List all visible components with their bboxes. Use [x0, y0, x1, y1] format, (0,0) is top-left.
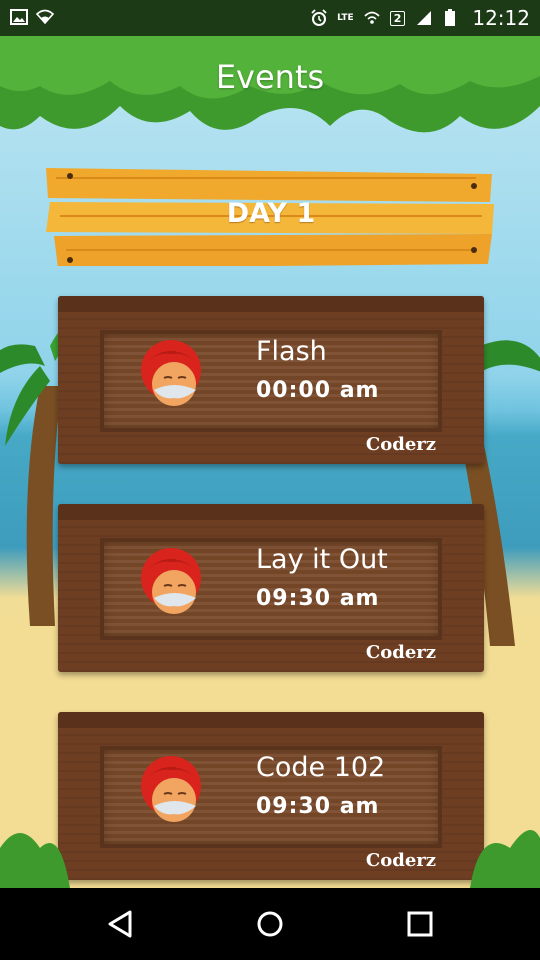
- navigation-bar: [0, 888, 540, 960]
- card-lid: [58, 712, 484, 728]
- wifi-call-icon: [364, 11, 380, 24]
- day-header-board: DAY 1: [46, 166, 496, 266]
- volte-icon: LTE: [337, 12, 354, 23]
- clock: 12:12: [472, 6, 530, 30]
- card-lid: [58, 504, 484, 520]
- status-bar: LTE 2 12:12: [0, 0, 540, 36]
- event-name: Code 102: [256, 752, 386, 783]
- alarm-icon: [311, 9, 327, 26]
- mascot-avatar-icon: [141, 548, 201, 614]
- event-organizer: Coderz: [365, 434, 436, 455]
- events-screen: Events DAY 1 Flash 00:00 am Coderz Lay i…: [0, 36, 540, 888]
- battery-icon: [445, 9, 456, 26]
- event-time: 00:00 am: [256, 378, 380, 403]
- event-time: 09:30 am: [256, 586, 380, 611]
- event-card[interactable]: Flash 00:00 am Coderz: [58, 296, 484, 464]
- home-icon[interactable]: [252, 906, 288, 942]
- back-icon[interactable]: [102, 906, 138, 942]
- event-organizer: Coderz: [365, 642, 436, 663]
- recents-icon[interactable]: [402, 906, 438, 942]
- image-icon: [10, 9, 28, 25]
- wifi-icon: [36, 9, 54, 25]
- signal-icon: [417, 11, 432, 25]
- card-lid: [58, 296, 484, 312]
- day-label: DAY 1: [226, 198, 316, 229]
- event-name: Lay it Out: [256, 544, 388, 575]
- event-name: Flash: [256, 336, 327, 367]
- foliage-bottom: [0, 830, 540, 888]
- mascot-avatar-icon: [141, 340, 201, 406]
- event-card[interactable]: Lay it Out 09:30 am Coderz: [58, 504, 484, 672]
- foliage-top: [0, 36, 540, 133]
- sim-badge: 2: [389, 10, 406, 26]
- page-title: Events: [215, 58, 325, 96]
